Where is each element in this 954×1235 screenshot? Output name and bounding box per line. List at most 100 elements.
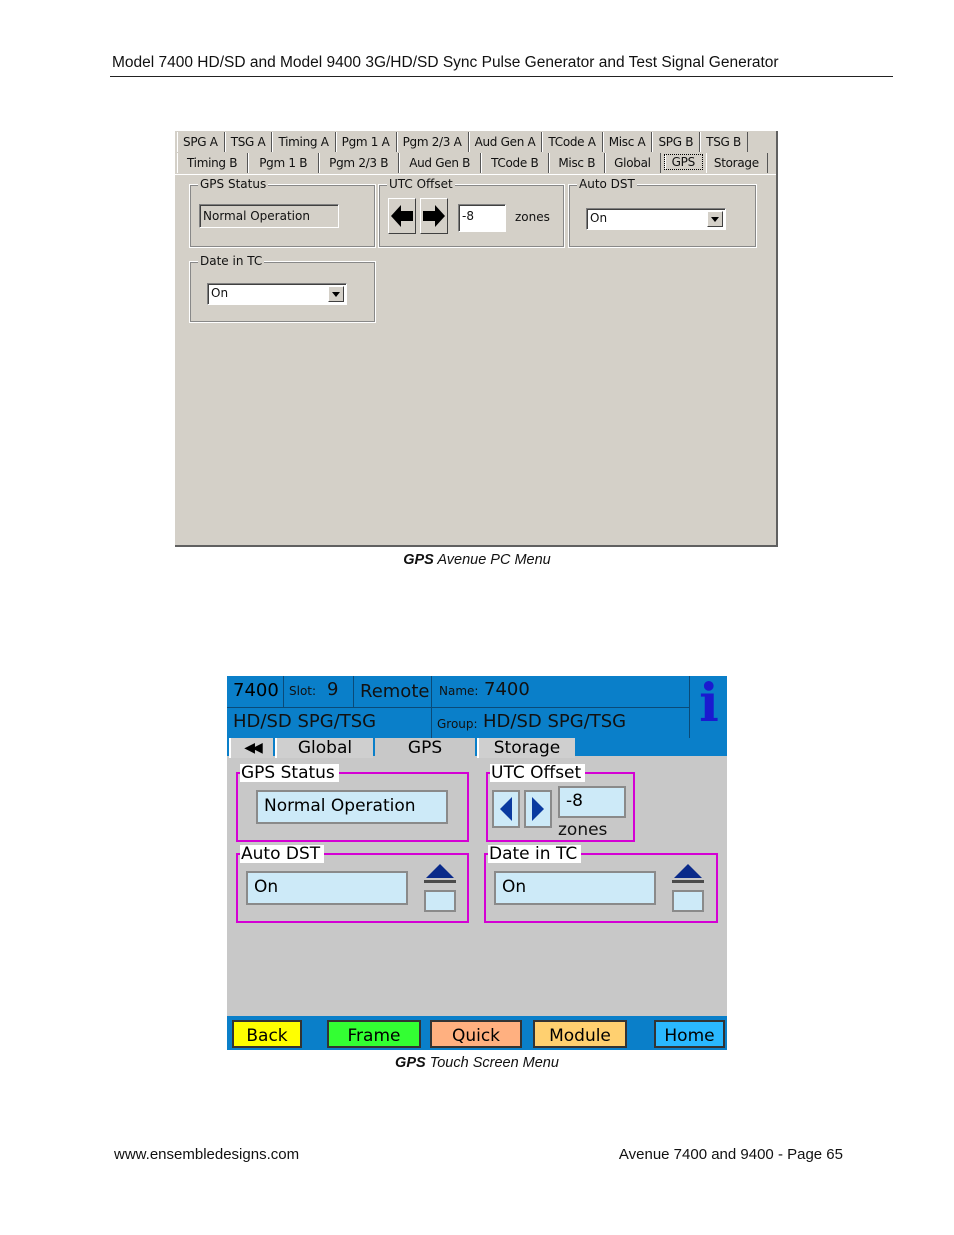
slot-value: 9 xyxy=(327,679,339,700)
touch-date-in-tc-group: Date in TC On xyxy=(484,845,718,923)
group-value: HD/SD SPG/TSG xyxy=(483,711,627,732)
utc-zones-label: zones xyxy=(515,210,550,224)
frame-button[interactable]: Frame xyxy=(327,1020,421,1048)
tab-pgm1-a[interactable]: Pgm 1 A xyxy=(336,132,397,152)
caption-text: Avenue PC Menu xyxy=(433,552,551,568)
quick-button[interactable]: Quick xyxy=(430,1020,522,1048)
tab-pgm23-a[interactable]: Pgm 2/3 A xyxy=(397,132,469,152)
tab-spg-b[interactable]: SPG B xyxy=(652,132,701,152)
pc-menu-panel: SPG A TSG A Timing A Pgm 1 A Pgm 2/3 A A… xyxy=(175,131,778,547)
touch-gps-status-field: Normal Operation xyxy=(256,790,448,824)
touch-utc-offset-input[interactable]: -8 xyxy=(558,786,626,818)
header-hdivider xyxy=(227,707,689,708)
tab-pgm23-b[interactable]: Pgm 2/3 B xyxy=(319,153,400,173)
home-button[interactable]: Home xyxy=(654,1020,725,1048)
touch-utc-decrement-button[interactable] xyxy=(492,790,520,828)
caption-bold: GPS xyxy=(395,1055,426,1071)
date-in-tc-group: Date in TC On xyxy=(189,254,376,323)
utc-increment-button[interactable] xyxy=(420,198,448,234)
arrow-left-icon xyxy=(391,205,413,227)
tab-audgen-b[interactable]: Aud Gen B xyxy=(399,153,482,173)
pc-tab-row-2: Timing B Pgm 1 B Pgm 2/3 B Aud Gen B TCo… xyxy=(177,153,768,173)
touch-utc-offset-label: UTC Offset xyxy=(490,764,586,782)
tab-tsg-b[interactable]: TSG B xyxy=(700,132,748,152)
gps-status-field: Normal Operation xyxy=(199,204,339,228)
tab-tsg-a[interactable]: TSG A xyxy=(225,132,273,152)
gps-status-label: GPS Status xyxy=(198,177,269,191)
tab-misc-b[interactable]: Misc B xyxy=(549,153,606,173)
auto-dst-select[interactable]: On xyxy=(586,208,726,230)
caption-pc-menu: GPS Avenue PC Menu xyxy=(0,552,954,568)
caption-text: Touch Screen Menu xyxy=(425,1055,559,1071)
triangle-up-icon xyxy=(426,863,454,878)
touch-tab-gps[interactable]: GPS xyxy=(375,738,475,758)
pc-tab-row-1: SPG A TSG A Timing A Pgm 1 A Pgm 2/3 A A… xyxy=(177,132,748,152)
date-in-tc-value: On xyxy=(211,286,229,300)
header-divider xyxy=(689,676,690,738)
mode-status: Remote xyxy=(360,681,430,702)
auto-dst-value: On xyxy=(590,211,608,225)
touch-auto-dst-field[interactable]: On xyxy=(246,871,408,905)
utc-decrement-button[interactable] xyxy=(388,198,416,234)
auto-dst-group: Auto DST On xyxy=(568,177,757,248)
tab-timing-b[interactable]: Timing B xyxy=(177,153,249,173)
tab-global[interactable]: Global xyxy=(605,153,661,173)
touch-auto-dst-up-button[interactable] xyxy=(424,861,456,883)
utc-offset-group: UTC Offset -8 zones xyxy=(378,177,565,248)
triangle-up-icon xyxy=(674,863,702,878)
module-button[interactable]: Module xyxy=(533,1020,627,1048)
triangle-right-icon xyxy=(532,797,544,821)
date-in-tc-select[interactable]: On xyxy=(207,283,347,305)
tab-pgm1-b[interactable]: Pgm 1 B xyxy=(248,153,320,173)
tab-storage[interactable]: Storage xyxy=(706,153,768,173)
tab-tcode-a[interactable]: TCode A xyxy=(542,132,603,152)
tab-tcode-b[interactable]: TCode B xyxy=(481,153,550,173)
gps-status-group: GPS Status Normal Operation xyxy=(189,177,376,248)
touch-date-in-tc-label: Date in TC xyxy=(488,845,582,863)
touch-utc-offset-group: UTC Offset -8 zones xyxy=(486,764,635,842)
touch-screen-panel: 7400 Slot: 9 Remote Name: 7400 HD/SD SPG… xyxy=(227,676,727,1050)
footer-url: www.ensembledesigns.com xyxy=(114,1146,300,1163)
group-label: Group: xyxy=(437,717,478,731)
triangle-left-icon xyxy=(500,797,512,821)
footer-page: Avenue 7400 and 9400 - Page 65 xyxy=(618,1146,843,1163)
chevron-down-icon xyxy=(332,291,340,297)
dropdown-button[interactable] xyxy=(707,211,723,227)
utc-offset-label: UTC Offset xyxy=(387,177,455,191)
info-icon[interactable]: i xyxy=(695,676,723,734)
touch-utc-increment-button[interactable] xyxy=(524,790,552,828)
touch-date-in-tc-down-button[interactable] xyxy=(672,890,704,912)
tab-misc-a[interactable]: Misc A xyxy=(603,132,653,152)
touch-utc-zones-label: zones xyxy=(558,820,608,840)
header-rule xyxy=(110,76,893,77)
auto-dst-label: Auto DST xyxy=(577,177,637,191)
name-label: Name: xyxy=(439,684,479,698)
tab-spg-a[interactable]: SPG A xyxy=(177,132,225,152)
touch-gps-status-group: GPS Status Normal Operation xyxy=(236,764,469,842)
back-button[interactable]: Back xyxy=(232,1020,302,1048)
header-divider xyxy=(353,676,354,707)
chevron-down-icon xyxy=(711,216,719,222)
device-name: HD/SD SPG/TSG xyxy=(233,711,377,732)
touch-auto-dst-down-button[interactable] xyxy=(424,890,456,912)
caption-touch-menu: GPS Touch Screen Menu xyxy=(0,1055,954,1071)
touch-tab-global[interactable]: Global xyxy=(275,738,373,758)
tab-audgen-a[interactable]: Aud Gen A xyxy=(469,132,543,152)
touch-gps-status-label: GPS Status xyxy=(240,764,339,782)
caption-bold: GPS xyxy=(403,552,434,568)
slot-label: Slot: xyxy=(289,684,317,698)
date-in-tc-label: Date in TC xyxy=(198,254,265,268)
utc-offset-input[interactable]: -8 xyxy=(458,204,506,232)
header-divider xyxy=(283,676,284,707)
nav-back-arrows[interactable]: ◀◀ xyxy=(229,738,273,758)
touch-date-in-tc-field[interactable]: On xyxy=(494,871,656,905)
dropdown-button[interactable] xyxy=(328,286,344,302)
page-header: Model 7400 HD/SD and Model 9400 3G/HD/SD… xyxy=(112,54,779,71)
tab-timing-a[interactable]: Timing A xyxy=(272,132,336,152)
touch-model: 7400 xyxy=(233,680,279,701)
touch-tab-storage[interactable]: Storage xyxy=(477,738,575,758)
tab-gps[interactable]: GPS xyxy=(663,154,703,170)
touch-auto-dst-label: Auto DST xyxy=(240,845,325,863)
touch-date-in-tc-up-button[interactable] xyxy=(672,861,704,883)
touch-auto-dst-group: Auto DST On xyxy=(236,845,469,923)
